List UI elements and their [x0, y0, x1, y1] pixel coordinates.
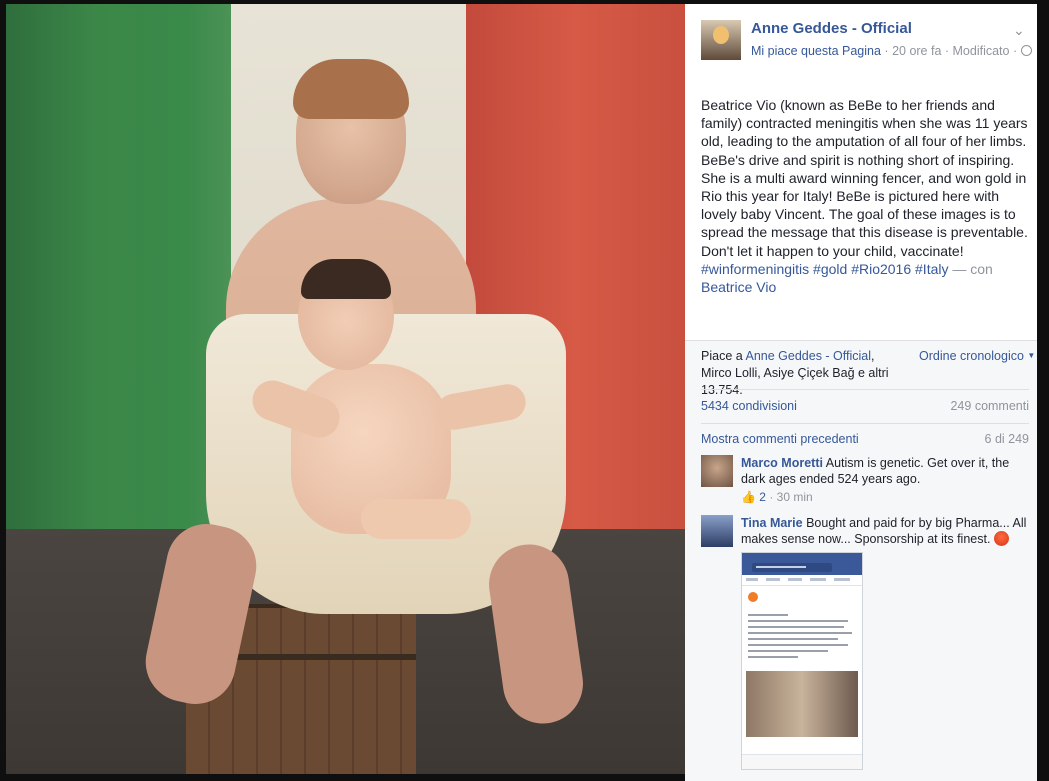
post-text: Beatrice Vio (known as BeBe to her frien…: [701, 97, 1028, 259]
baby-feet: [361, 499, 471, 539]
comment-author-link[interactable]: Tina Marie: [741, 516, 803, 530]
divider: [701, 389, 1029, 390]
phone-nav-bar: [742, 754, 862, 769]
tagged-person-link[interactable]: Beatrice Vio: [701, 279, 776, 295]
post-meta: Mi piace questa Pagina · 20 ore fa · Mod…: [751, 44, 1032, 58]
comment-order-dropdown[interactable]: Ordine cronologico ▼: [919, 349, 1035, 363]
show-previous-comments-link[interactable]: Mostra commenti precedenti: [701, 432, 859, 446]
comment-meta: 👍 2 · 30 min: [741, 490, 813, 504]
divider: [701, 423, 1029, 424]
meta-separator: ·: [880, 44, 893, 58]
comment-like-count[interactable]: 2: [759, 490, 766, 504]
woman-hair: [293, 59, 409, 119]
order-label: Ordine cronologico: [919, 349, 1024, 363]
likes-prefix: Piace a: [701, 349, 743, 363]
phone-search-bar: [742, 561, 862, 575]
avatar[interactable]: [701, 455, 733, 487]
comment-author-link[interactable]: Marco Moretti: [741, 456, 823, 470]
thumbs-up-icon: 👍: [741, 490, 756, 504]
baby-hair: [301, 259, 391, 299]
divider: [685, 340, 1037, 341]
edited-label[interactable]: Modificato: [953, 44, 1010, 58]
gsk-logo-icon: [748, 592, 758, 602]
comments-count[interactable]: 249 commenti: [950, 399, 1029, 413]
phone-post-image: [746, 671, 858, 737]
comment-item: Marco Moretti Autism is genetic. Get ove…: [741, 455, 1031, 487]
comment-attachment-screenshot[interactable]: [741, 552, 863, 770]
meta-separator: ·: [941, 44, 953, 58]
like-page-link[interactable]: Mi piace questa Pagina: [751, 44, 881, 58]
shares-link[interactable]: 5434 condivisioni: [701, 399, 797, 413]
phone-post: [742, 586, 862, 658]
comment-time[interactable]: 30 min: [777, 490, 813, 504]
avatar[interactable]: [701, 515, 733, 547]
meta-separator: ·: [1009, 44, 1021, 58]
likes-page-link[interactable]: Anne Geddes - Official: [746, 349, 872, 363]
with-label: — con: [952, 260, 993, 277]
globe-icon: [1020, 45, 1032, 56]
flag-green-stripe: [6, 4, 231, 529]
chevron-down-icon[interactable]: ⌄: [1013, 22, 1025, 39]
post-photo[interactable]: [6, 4, 685, 774]
page-avatar[interactable]: [701, 20, 741, 60]
comments-page-info: 6 di 249: [984, 432, 1029, 446]
phone-tabs: [742, 575, 862, 586]
angry-emoji-icon: [993, 531, 1009, 546]
post-description: Beatrice Vio (known as BeBe to her frien…: [701, 96, 1031, 296]
comment-item: Tina Marie Bought and paid for by big Ph…: [741, 515, 1031, 547]
page-name-link[interactable]: Anne Geddes - Official: [751, 20, 912, 37]
post-time[interactable]: 20 ore fa: [892, 44, 941, 58]
hashtags[interactable]: #winformeningitis #gold #Rio2016 #Italy: [701, 261, 948, 277]
phone-status-bar: [742, 553, 862, 561]
caret-down-icon: ▼: [1027, 351, 1036, 360]
likes-summary: Piace a Anne Geddes - Official, Mirco Lo…: [701, 348, 901, 399]
post-header: Anne Geddes - Official Mi piace questa P…: [701, 18, 1032, 68]
post-side-panel: Anne Geddes - Official Mi piace questa P…: [685, 4, 1037, 781]
